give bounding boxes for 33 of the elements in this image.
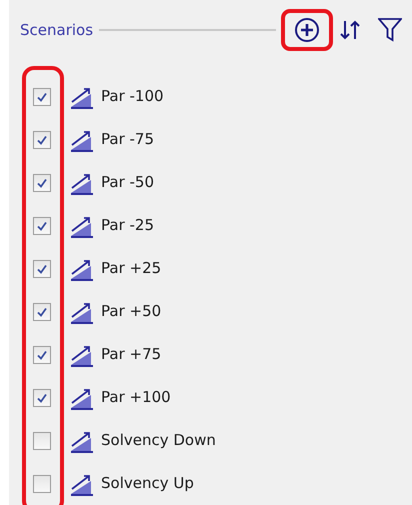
check-icon <box>36 220 48 232</box>
scenario-label: Par +25 <box>101 258 162 280</box>
scenario-label: Par -25 <box>101 215 154 236</box>
check-icon <box>36 392 48 404</box>
highlight-outline <box>281 9 333 51</box>
add-button[interactable] <box>294 17 320 43</box>
checkbox[interactable] <box>33 432 51 450</box>
check-icon <box>36 306 48 318</box>
scenario-label: Par -100 <box>101 86 164 108</box>
check-icon <box>36 348 48 360</box>
filter-button[interactable] <box>378 17 402 43</box>
scenario-label: Par -75 <box>101 129 154 150</box>
check-icon <box>36 262 48 274</box>
checkbox[interactable] <box>33 260 51 278</box>
scenario-label: Par +100 <box>101 387 171 408</box>
checkbox[interactable] <box>33 302 51 320</box>
checkbox[interactable] <box>33 130 51 148</box>
scenario-label: Par +50 <box>101 301 162 322</box>
checkbox[interactable] <box>33 216 51 234</box>
scenario-label: Par -50 <box>101 172 154 194</box>
checkbox[interactable] <box>33 174 51 192</box>
scenario-label: Solvency Down <box>101 430 216 452</box>
check-icon <box>36 134 48 146</box>
scenario-label: Par +75 <box>101 344 162 366</box>
sort-button[interactable] <box>338 18 362 42</box>
checkbox[interactable] <box>33 388 51 406</box>
checkbox[interactable] <box>33 88 51 106</box>
check-icon <box>36 176 48 188</box>
check-icon <box>36 90 48 102</box>
checkbox[interactable] <box>33 346 51 364</box>
checkbox[interactable] <box>33 474 51 492</box>
panel-title: Scenarios <box>20 20 94 41</box>
scenario-label: Solvency Up <box>101 473 194 494</box>
